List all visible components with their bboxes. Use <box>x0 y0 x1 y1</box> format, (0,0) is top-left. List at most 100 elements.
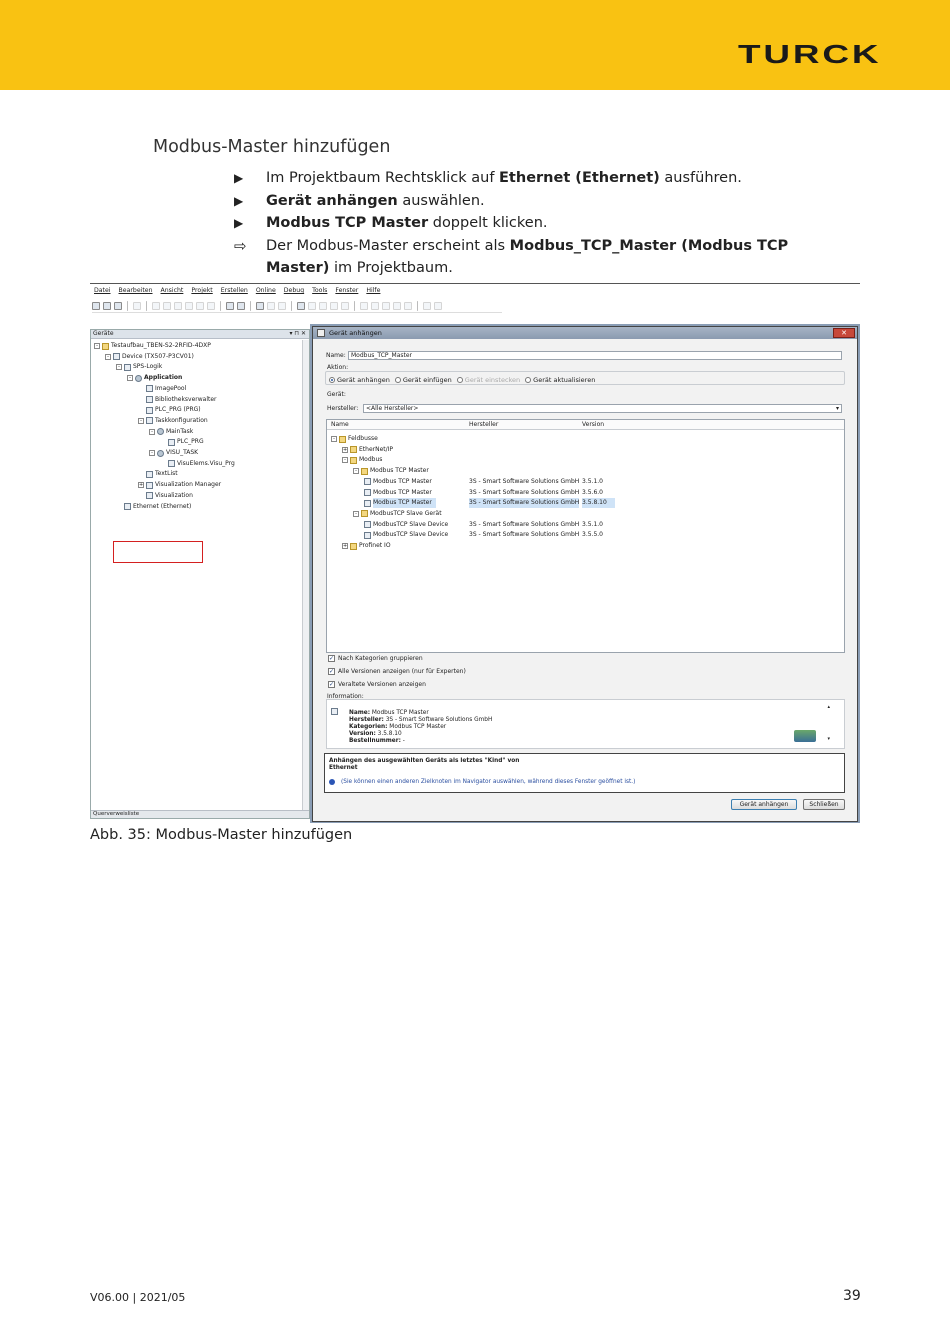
collapse-icon[interactable]: - <box>149 428 155 435</box>
close-icon[interactable]: ▾ ⊓ ✕ <box>289 330 306 337</box>
checkbox-icon[interactable]: ✓ <box>328 681 335 688</box>
collapse-icon[interactable]: - <box>149 450 155 456</box>
undo-icon[interactable] <box>152 302 160 310</box>
print-icon[interactable] <box>133 302 141 310</box>
device-row[interactable]: Modbus TCP Master 3S - Smart Software Sol… <box>327 498 844 509</box>
tree-node[interactable]: ImagePool <box>138 384 186 394</box>
step-into-icon[interactable] <box>371 302 379 310</box>
collapse-icon[interactable]: - <box>116 364 122 371</box>
panel-scrollbar[interactable] <box>302 340 309 818</box>
logout-icon[interactable] <box>308 302 316 310</box>
column-header[interactable]: Hersteller <box>469 420 498 430</box>
cut-icon[interactable] <box>174 302 182 310</box>
action-radio[interactable]: Gerät aktualisieren <box>525 375 595 384</box>
breakpoint-icon[interactable] <box>393 302 401 310</box>
scroll-down-icon[interactable]: ▾ <box>827 736 830 742</box>
device-row[interactable]: + EtherNet/IP <box>327 445 844 455</box>
expand-icon[interactable]: + <box>138 482 144 489</box>
device-row[interactable]: ModbusTCP Slave Device 3S - Smart Softwar… <box>327 520 844 530</box>
step-over-icon[interactable] <box>360 302 368 310</box>
tree-node[interactable]: Ethernet (Ethernet) <box>116 502 191 512</box>
vendor-select[interactable]: <Alle Hersteller> ▾ <box>363 404 842 413</box>
stop-icon[interactable] <box>330 302 338 310</box>
column-header[interactable]: Name <box>331 420 349 430</box>
new-icon[interactable] <box>92 302 100 310</box>
prev-icon[interactable] <box>423 302 431 310</box>
login-icon[interactable] <box>297 302 305 310</box>
scroll-up-icon[interactable]: ▴ <box>827 704 830 710</box>
tree-node[interactable]: - Taskkonfiguration <box>138 416 208 426</box>
device-row[interactable]: - Modbus TCP Master <box>327 466 844 476</box>
step-out-icon[interactable] <box>382 302 390 310</box>
menu-item[interactable]: Bearbeiten <box>119 287 153 298</box>
device-row[interactable]: + Profinet IO <box>327 541 844 551</box>
action-radio[interactable]: Gerät anhängen <box>329 375 390 384</box>
tree-node[interactable]: PLC_PRG (PRG) <box>138 405 201 415</box>
watch-icon[interactable] <box>404 302 412 310</box>
expand-icon[interactable]: + <box>342 446 348 453</box>
menu-item[interactable]: Tools <box>312 287 327 298</box>
tree-node[interactable]: TextList <box>138 469 178 479</box>
tree-node[interactable]: Bibliotheksverwalter <box>138 395 217 405</box>
device-row[interactable]: - ModbusTCP Slave Gerät <box>327 509 844 519</box>
action-radio[interactable]: Gerät einfügen <box>394 375 452 384</box>
option-checkbox[interactable]: ✓ Alle Versionen anzeigen (nur für Expert… <box>328 668 466 675</box>
menu-item[interactable]: Fenster <box>335 287 358 298</box>
find-icon[interactable] <box>226 302 234 310</box>
menu-item[interactable]: Hilfe <box>366 287 380 298</box>
menu-item[interactable]: Ansicht <box>161 287 184 298</box>
device-row[interactable]: ModbusTCP Slave Device 3S - Smart Softwar… <box>327 530 844 540</box>
collapse-icon[interactable]: - <box>342 457 348 464</box>
tree-node[interactable]: - VISU_TASK <box>149 448 198 458</box>
delete-icon[interactable] <box>207 302 215 310</box>
checkbox-icon[interactable]: ✓ <box>328 668 335 675</box>
expand-icon[interactable]: + <box>342 543 348 549</box>
paste-icon[interactable] <box>196 302 204 310</box>
device-row[interactable]: - Modbus <box>327 455 844 465</box>
collapse-icon[interactable]: - <box>105 353 111 360</box>
collapse-icon[interactable]: - <box>353 468 359 475</box>
next-icon[interactable] <box>434 302 442 310</box>
collapse-icon[interactable]: - <box>331 436 337 442</box>
tree-node[interactable]: Visualization <box>138 491 193 501</box>
dialog-close-button[interactable]: ✕ <box>833 328 855 338</box>
window-icon[interactable] <box>256 302 264 310</box>
menu-item[interactable]: Projekt <box>191 287 212 298</box>
menu-item[interactable]: Datei <box>94 287 111 298</box>
option-checkbox[interactable]: ✓ Veraltete Versionen anzeigen <box>328 681 426 688</box>
build-icon[interactable] <box>267 302 275 310</box>
device-row[interactable]: - Feldbusse <box>327 434 844 444</box>
rebuild-icon[interactable] <box>278 302 286 310</box>
menu-item[interactable]: Online <box>256 287 276 298</box>
tree-node[interactable]: VisuElems.Visu_Prg <box>160 459 235 469</box>
save-icon[interactable] <box>114 302 122 310</box>
collapse-icon[interactable]: - <box>353 510 359 517</box>
close-button[interactable]: Schließen <box>803 799 845 810</box>
device-row[interactable]: Modbus TCP Master 3S - Smart Software Sol… <box>327 488 844 498</box>
collapse-icon[interactable]: - <box>138 417 144 424</box>
attach-device-button[interactable]: Gerät anhängen <box>731 799 797 810</box>
collapse-icon[interactable]: - <box>94 343 100 349</box>
find-replace-icon[interactable] <box>237 302 245 310</box>
tree-node[interactable]: - Device (TX507-P3CV01) <box>105 352 194 362</box>
copy-icon[interactable] <box>185 302 193 310</box>
device-row[interactable]: Modbus TCP Master 3S - Smart Software Sol… <box>327 477 844 487</box>
option-checkbox[interactable]: ✓ Nach Kategorien gruppieren <box>328 655 423 662</box>
panel-footer-tab[interactable]: Querverweisliste <box>91 810 309 818</box>
column-header[interactable]: Version <box>582 420 604 430</box>
tree-node[interactable]: - Application <box>127 373 182 383</box>
menu-item[interactable]: Erstellen <box>221 287 248 298</box>
open-icon[interactable] <box>103 302 111 310</box>
tree-node[interactable]: - MainTask <box>149 427 193 437</box>
collapse-icon[interactable]: - <box>127 375 133 382</box>
tree-node[interactable]: + Visualization Manager <box>138 480 221 490</box>
menu-item[interactable]: Debug <box>284 287 304 298</box>
checkbox-icon[interactable]: ✓ <box>328 655 335 662</box>
tree-node[interactable]: PLC_PRG <box>160 437 204 447</box>
tree-node[interactable]: - Testaufbau_TBEN-S2-2RFID-4DXP <box>94 341 211 351</box>
tree-node[interactable]: - SPS-Logik <box>116 362 162 372</box>
redo-icon[interactable] <box>163 302 171 310</box>
name-field[interactable]: Modbus_TCP_Master <box>348 351 842 360</box>
reset-icon[interactable] <box>341 302 349 310</box>
run-icon[interactable] <box>319 302 327 310</box>
